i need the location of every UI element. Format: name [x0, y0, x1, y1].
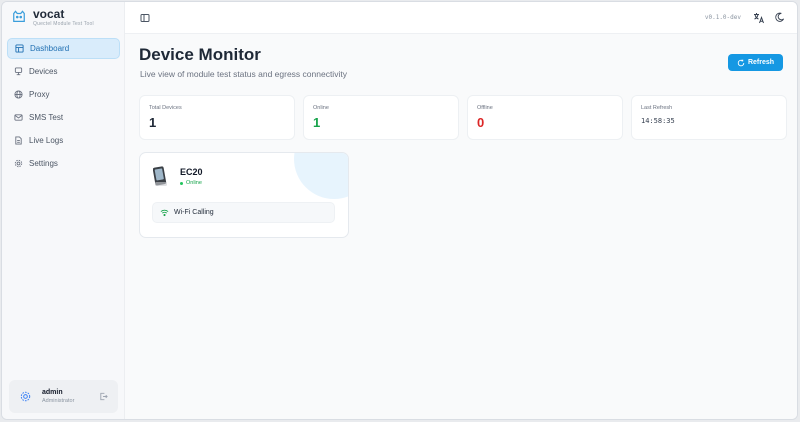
- gear-icon: [14, 159, 23, 168]
- stat-card-offline: Offline 0: [467, 95, 623, 140]
- top-bar: v0.1.0-dev: [125, 2, 797, 34]
- refresh-icon: [737, 59, 745, 66]
- status-dot-icon: [180, 181, 183, 185]
- sidebar-item-live-logs[interactable]: Live Logs: [7, 130, 120, 151]
- stat-card-total-devices: Total Devices 1: [139, 95, 295, 140]
- sidebar-item-devices[interactable]: Devices: [7, 61, 120, 82]
- file-icon: [15, 136, 22, 145]
- dashboard-icon: [15, 44, 24, 53]
- device-card[interactable]: EC20 Online Wi-Fi Calling: [139, 152, 349, 238]
- refresh-label: Refresh: [747, 59, 775, 66]
- cat-logo-icon: [13, 10, 25, 22]
- page-subtitle: Live view of module test status and egre…: [140, 69, 347, 79]
- sidebar-item-label: Dashboard: [30, 44, 70, 53]
- device-name: EC20: [180, 167, 203, 177]
- brand-name: vocat: [33, 7, 65, 21]
- feature-wifi-calling[interactable]: Wi-Fi Calling: [152, 202, 335, 223]
- brand[interactable]: vocat Quectel Module Test Tool: [12, 8, 94, 28]
- theme-toggle-icon[interactable]: [774, 12, 785, 23]
- stat-value: 1: [313, 115, 321, 130]
- device-status: Online: [180, 180, 202, 186]
- brand-subtitle: Quectel Module Test Tool: [33, 21, 94, 27]
- refresh-button[interactable]: Refresh: [728, 54, 783, 71]
- module-device-icon: [153, 166, 167, 186]
- sidebar-toggle-icon[interactable]: [140, 13, 150, 23]
- sidebar-item-label: SMS Test: [29, 113, 64, 122]
- sidebar-item-label: Proxy: [29, 90, 50, 99]
- main-content: Device Monitor Live view of module test …: [125, 34, 797, 419]
- sidebar-item-sms-test[interactable]: SMS Test: [7, 107, 120, 128]
- user-role: Administrator: [42, 398, 75, 404]
- wifi-icon: [160, 209, 169, 217]
- stat-value: 0: [477, 115, 485, 130]
- translate-icon[interactable]: [753, 12, 765, 24]
- version-label: v0.1.0-dev: [704, 14, 741, 21]
- card-decoration: [294, 153, 348, 199]
- feature-label: Wi-Fi Calling: [174, 209, 214, 216]
- sidebar: vocat Quectel Module Test Tool Dashboard…: [2, 2, 125, 419]
- globe-icon: [14, 90, 23, 99]
- stat-label: Total Devices: [149, 105, 182, 111]
- sidebar-item-label: Devices: [29, 67, 58, 76]
- sidebar-item-dashboard[interactable]: Dashboard: [7, 38, 120, 59]
- user-name: admin: [42, 389, 63, 396]
- stat-value: 14:58:35: [641, 117, 675, 125]
- mail-icon: [14, 114, 23, 121]
- stat-label: Offline: [477, 105, 493, 111]
- sidebar-item-settings[interactable]: Settings: [7, 153, 120, 174]
- stat-label: Online: [313, 105, 329, 111]
- user-card[interactable]: admin Administrator: [9, 380, 118, 413]
- stat-label: Last Refresh: [641, 105, 673, 111]
- logout-icon[interactable]: [99, 392, 108, 401]
- sidebar-item-proxy[interactable]: Proxy: [7, 84, 120, 105]
- sidebar-item-label: Live Logs: [29, 136, 64, 145]
- stat-card-online: Online 1: [303, 95, 459, 140]
- stat-card-last-refresh: Last Refresh 14:58:35: [631, 95, 787, 140]
- stat-value: 1: [149, 115, 157, 130]
- devices-icon: [14, 67, 23, 76]
- settings-avatar-icon: [20, 391, 31, 402]
- sidebar-nav: Dashboard Devices Proxy SMS Test Live Lo…: [7, 38, 120, 176]
- page-title: Device Monitor: [139, 45, 261, 64]
- stats-row: Total Devices 1 Online 1 Offline 0 Last …: [139, 95, 787, 140]
- app-window: vocat Quectel Module Test Tool Dashboard…: [1, 1, 798, 420]
- device-status-label: Online: [186, 180, 202, 186]
- sidebar-item-label: Settings: [29, 159, 58, 168]
